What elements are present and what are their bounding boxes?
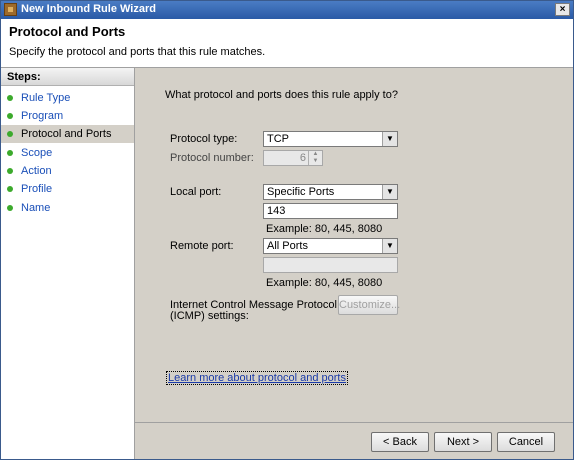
local-port-label: Local port: bbox=[170, 186, 222, 198]
step-dot-icon bbox=[7, 168, 13, 174]
step-dot-icon bbox=[7, 186, 13, 192]
remote-port-example: Example: 80, 445, 8080 bbox=[266, 277, 383, 289]
back-button[interactable]: < Back bbox=[371, 432, 429, 452]
protocol-type-value: TCP bbox=[267, 133, 289, 145]
local-port-example: Example: 80, 445, 8080 bbox=[266, 223, 383, 235]
steps-sidebar: Steps: Rule Type Program Protocol and Po… bbox=[1, 68, 135, 459]
local-port-dropdown[interactable]: Specific Ports ▼ bbox=[263, 184, 398, 200]
protocol-number-value: 6 bbox=[299, 152, 306, 164]
step-dot-icon bbox=[7, 113, 13, 119]
step-label: Action bbox=[21, 165, 52, 177]
page-title: Protocol and Ports bbox=[9, 24, 126, 39]
remote-port-input bbox=[263, 257, 398, 273]
cancel-button[interactable]: Cancel bbox=[497, 432, 555, 452]
step-dot-icon bbox=[7, 131, 13, 137]
protocol-number-label: Protocol number: bbox=[170, 152, 254, 164]
step-action[interactable]: Action bbox=[1, 162, 134, 180]
main-content: What protocol and ports does this rule a… bbox=[135, 68, 573, 421]
step-dot-icon bbox=[7, 95, 13, 101]
step-label: Protocol and Ports bbox=[21, 128, 112, 140]
firewall-app-icon bbox=[4, 3, 17, 16]
page-header: Protocol and Ports Specify the protocol … bbox=[1, 19, 573, 68]
step-protocol-and-ports[interactable]: Protocol and Ports bbox=[1, 125, 134, 143]
protocol-type-label: Protocol type: bbox=[170, 133, 238, 145]
step-label: Name bbox=[21, 202, 51, 214]
window-title: New Inbound Rule Wizard bbox=[21, 3, 156, 15]
step-dot-icon bbox=[7, 150, 13, 156]
wizard-window: New Inbound Rule Wizard × Protocol and P… bbox=[0, 0, 574, 460]
remote-port-value: All Ports bbox=[267, 240, 308, 252]
step-program[interactable]: Program bbox=[1, 107, 134, 125]
step-label: Program bbox=[21, 110, 64, 122]
title-bar: New Inbound Rule Wizard × bbox=[1, 1, 573, 19]
chevron-down-icon[interactable]: ▼ bbox=[382, 185, 397, 199]
icmp-label-line2: (ICMP) settings: bbox=[170, 310, 249, 322]
chevron-down-icon[interactable]: ▼ bbox=[382, 239, 397, 253]
step-label: Profile bbox=[21, 183, 53, 195]
steps-title: Steps: bbox=[1, 68, 134, 86]
spin-up-icon: ▲ bbox=[308, 151, 322, 158]
step-rule-type[interactable]: Rule Type bbox=[1, 89, 134, 107]
close-button[interactable]: × bbox=[555, 3, 570, 16]
step-scope[interactable]: Scope bbox=[1, 144, 134, 162]
step-label: Rule Type bbox=[21, 92, 71, 104]
spin-down-icon: ▼ bbox=[308, 158, 322, 165]
protocol-question: What protocol and ports does this rule a… bbox=[165, 89, 398, 101]
remote-port-label: Remote port: bbox=[170, 240, 234, 252]
page-subtitle: Specify the protocol and ports that this… bbox=[9, 46, 266, 58]
learn-more-link[interactable]: Learn more about protocol and ports bbox=[166, 371, 348, 385]
wizard-footer: < Back Next > Cancel bbox=[135, 422, 573, 459]
remote-port-dropdown[interactable]: All Ports ▼ bbox=[263, 238, 398, 254]
step-label: Scope bbox=[21, 147, 53, 159]
icmp-customize-button: Customize... bbox=[338, 295, 400, 315]
next-button[interactable]: Next > bbox=[434, 432, 492, 452]
protocol-type-dropdown[interactable]: TCP ▼ bbox=[263, 131, 398, 147]
chevron-down-icon[interactable]: ▼ bbox=[382, 132, 397, 146]
local-port-input[interactable]: 143 bbox=[263, 203, 398, 219]
protocol-number-field: 6 ▲ ▼ bbox=[263, 150, 323, 166]
step-dot-icon bbox=[7, 205, 13, 211]
local-port-value: Specific Ports bbox=[267, 186, 335, 198]
step-profile[interactable]: Profile bbox=[1, 180, 134, 198]
step-name[interactable]: Name bbox=[1, 199, 134, 217]
